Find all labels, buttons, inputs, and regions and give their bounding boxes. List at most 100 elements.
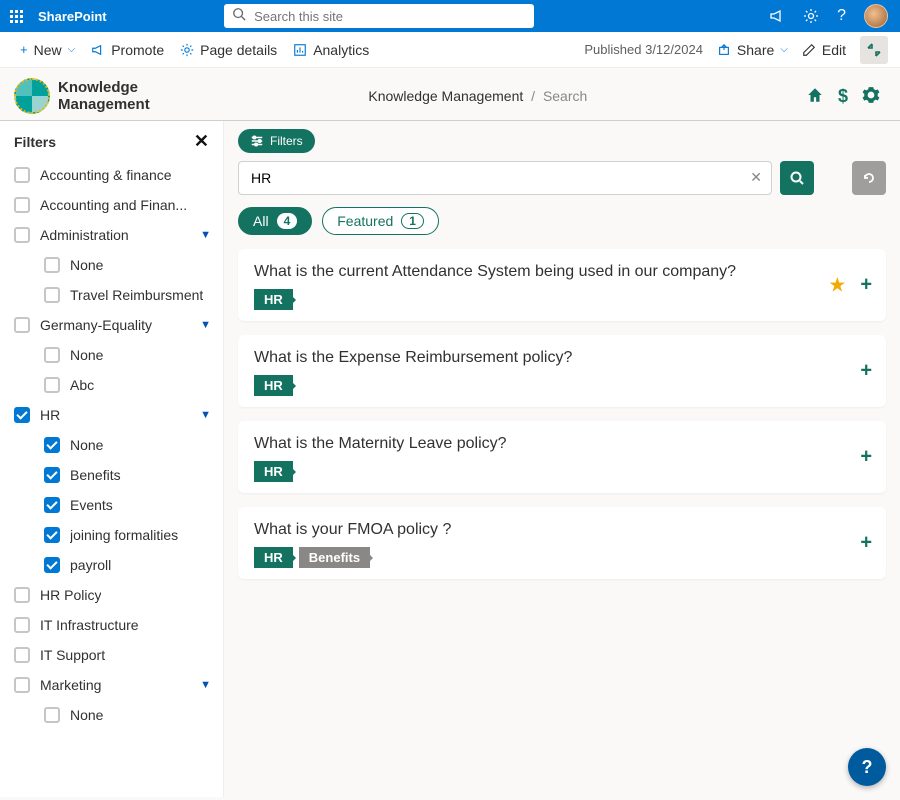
filter-checkbox[interactable] bbox=[14, 407, 30, 423]
chevron-down-icon[interactable]: ▼ bbox=[200, 409, 211, 421]
page-details-label: Page details bbox=[200, 42, 277, 58]
page-details-button[interactable]: Page details bbox=[172, 42, 285, 58]
site-logo[interactable] bbox=[14, 78, 50, 114]
filter-checkbox[interactable] bbox=[14, 677, 30, 693]
filter-item[interactable]: IT Infrastructure bbox=[0, 610, 223, 640]
filter-checkbox[interactable] bbox=[44, 257, 60, 273]
filter-sub-item[interactable]: None bbox=[0, 340, 223, 370]
app-launcher-button[interactable] bbox=[0, 10, 32, 23]
chevron-down-icon[interactable]: ▼ bbox=[200, 229, 211, 241]
user-avatar[interactable] bbox=[864, 4, 888, 28]
filter-sub-item[interactable]: None bbox=[0, 430, 223, 460]
filter-sub-item[interactable]: joining formalities bbox=[0, 520, 223, 550]
filter-checkbox[interactable] bbox=[14, 227, 30, 243]
result-item[interactable]: What is the Maternity Leave policy?HR+ bbox=[238, 421, 886, 493]
tag[interactable]: HR bbox=[254, 547, 293, 568]
close-filters-button[interactable]: ✕ bbox=[194, 131, 209, 152]
filter-sub-item[interactable]: Benefits bbox=[0, 460, 223, 490]
dollar-icon[interactable]: $ bbox=[838, 86, 848, 107]
filter-label: Abc bbox=[70, 377, 94, 393]
filter-checkbox[interactable] bbox=[14, 167, 30, 183]
filter-checkbox[interactable] bbox=[44, 467, 60, 483]
filter-sub-item[interactable]: None bbox=[0, 250, 223, 280]
suite-search-input[interactable] bbox=[224, 4, 534, 28]
promote-icon bbox=[91, 43, 105, 57]
filters-toggle-button[interactable]: Filters bbox=[238, 129, 315, 153]
filter-label: Accounting and Finan... bbox=[40, 197, 187, 213]
tag[interactable]: HR bbox=[254, 461, 293, 482]
tag[interactable]: HR bbox=[254, 289, 293, 310]
expand-button[interactable]: + bbox=[860, 532, 872, 555]
expand-button[interactable]: + bbox=[860, 274, 872, 297]
breadcrumb-root[interactable]: Knowledge Management bbox=[368, 88, 523, 104]
filter-checkbox[interactable] bbox=[14, 317, 30, 333]
result-item[interactable]: What is the Expense Reimbursement policy… bbox=[238, 335, 886, 407]
help-icon[interactable]: ? bbox=[837, 7, 846, 25]
filter-checkbox[interactable] bbox=[14, 197, 30, 213]
pencil-icon bbox=[802, 43, 816, 57]
filter-sub-item[interactable]: None bbox=[0, 700, 223, 730]
chevron-down-icon: ⌵ bbox=[780, 44, 788, 55]
filter-label: None bbox=[70, 437, 103, 453]
megaphone-icon[interactable] bbox=[769, 8, 785, 24]
filter-item[interactable]: Accounting and Finan... bbox=[0, 190, 223, 220]
clear-search-button[interactable]: ✕ bbox=[750, 169, 762, 186]
filter-checkbox[interactable] bbox=[44, 707, 60, 723]
home-icon[interactable] bbox=[806, 86, 824, 107]
chevron-down-icon[interactable]: ▼ bbox=[200, 319, 211, 331]
filter-checkbox[interactable] bbox=[14, 587, 30, 603]
expand-button[interactable]: + bbox=[860, 360, 872, 383]
result-title: What is your FMOA policy ? bbox=[254, 521, 870, 539]
analytics-button[interactable]: Analytics bbox=[285, 42, 377, 58]
star-icon[interactable]: ★ bbox=[828, 273, 846, 298]
filter-checkbox[interactable] bbox=[14, 647, 30, 663]
help-fab[interactable]: ? bbox=[848, 748, 886, 786]
filter-label: Administration bbox=[40, 227, 129, 243]
share-button[interactable]: Share ⌵ bbox=[717, 42, 788, 58]
filter-label: None bbox=[70, 347, 103, 363]
result-tags: HR bbox=[254, 291, 870, 309]
filter-checkbox[interactable] bbox=[44, 287, 60, 303]
filter-checkbox[interactable] bbox=[44, 497, 60, 513]
promote-button[interactable]: Promote bbox=[83, 42, 172, 58]
filter-item[interactable]: HR ▼ bbox=[0, 400, 223, 430]
result-tags: HR Benefits bbox=[254, 549, 870, 567]
search-button[interactable] bbox=[780, 161, 814, 195]
focus-mode-button[interactable] bbox=[860, 36, 888, 64]
result-item[interactable]: What is the current Attendance System be… bbox=[238, 249, 886, 321]
filter-sub-item[interactable]: payroll bbox=[0, 550, 223, 580]
filter-checkbox[interactable] bbox=[44, 557, 60, 573]
reset-button[interactable] bbox=[852, 161, 886, 195]
filter-item[interactable]: Accounting & finance bbox=[0, 160, 223, 190]
settings-gear-icon[interactable] bbox=[803, 8, 819, 24]
tag[interactable]: HR bbox=[254, 375, 293, 396]
filter-checkbox[interactable] bbox=[44, 377, 60, 393]
filter-sub-item[interactable]: Travel Reimbursment bbox=[0, 280, 223, 310]
filter-item[interactable]: Administration ▼ bbox=[0, 220, 223, 250]
filters-pill-label: Filters bbox=[270, 134, 303, 148]
settings-gear-icon[interactable] bbox=[862, 86, 880, 107]
content-search-input[interactable] bbox=[238, 161, 772, 195]
chevron-down-icon[interactable]: ▼ bbox=[200, 679, 211, 691]
result-title: What is the current Attendance System be… bbox=[254, 263, 870, 281]
new-button[interactable]: + New ⌵ bbox=[12, 42, 83, 58]
filter-checkbox[interactable] bbox=[44, 527, 60, 543]
filter-item[interactable]: Marketing▼ bbox=[0, 670, 223, 700]
tab-featured[interactable]: Featured1 bbox=[322, 207, 439, 235]
filter-item[interactable]: Germany-Equality▼ bbox=[0, 310, 223, 340]
filter-item[interactable]: IT Support bbox=[0, 640, 223, 670]
filter-sub-item[interactable]: Abc bbox=[0, 370, 223, 400]
search-icon bbox=[789, 170, 805, 186]
result-item[interactable]: What is your FMOA policy ? HR Benefits + bbox=[238, 507, 886, 579]
filter-sub-item[interactable]: Events bbox=[0, 490, 223, 520]
filter-checkbox[interactable] bbox=[14, 617, 30, 633]
filter-label: HR bbox=[40, 407, 60, 423]
tag[interactable]: Benefits bbox=[299, 547, 370, 568]
filter-checkbox[interactable] bbox=[44, 437, 60, 453]
filter-checkbox[interactable] bbox=[44, 347, 60, 363]
tab-label: Featured bbox=[337, 213, 393, 229]
filter-item[interactable]: HR Policy bbox=[0, 580, 223, 610]
tab-all[interactable]: All4 bbox=[238, 207, 312, 235]
edit-button[interactable]: Edit bbox=[802, 42, 846, 58]
expand-button[interactable]: + bbox=[860, 446, 872, 469]
